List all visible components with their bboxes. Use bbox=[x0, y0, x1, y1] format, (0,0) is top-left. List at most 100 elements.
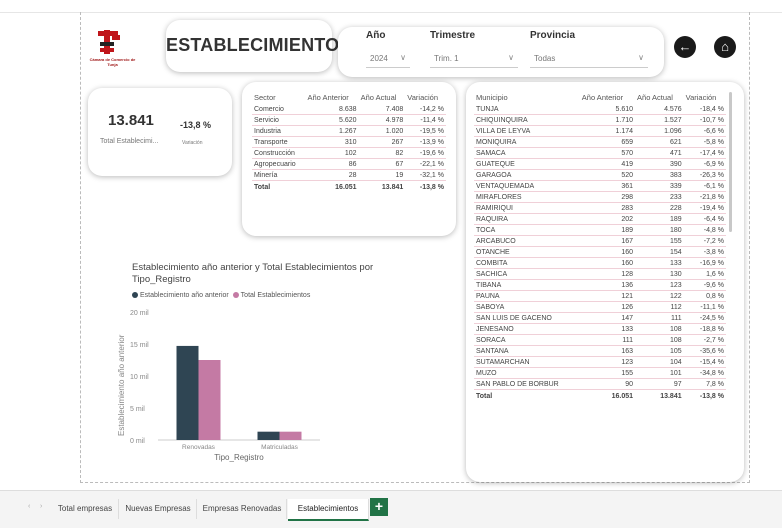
table-cell: -11,1 % bbox=[683, 301, 726, 313]
table-cell: 160 bbox=[579, 246, 636, 258]
x-axis-label: Tipo_Registro bbox=[214, 453, 264, 462]
tab-empresas-renovadas[interactable]: Empresas Renovadas bbox=[198, 499, 287, 519]
table-cell: 155 bbox=[579, 367, 636, 379]
logo-icon bbox=[98, 30, 120, 54]
table-row[interactable]: MONIQUIRA 659 621 -5,8 % bbox=[474, 136, 726, 148]
tab-total-empresas[interactable]: Total empresas bbox=[52, 499, 119, 519]
col-header[interactable]: Variación bbox=[684, 90, 726, 104]
kpi-card: 13.841 Total Establecimi... -13,8 % Vari… bbox=[88, 88, 232, 176]
table-cell: 90 bbox=[579, 378, 636, 390]
table-cell: 298 bbox=[579, 191, 636, 203]
table-cell: 1.267 bbox=[305, 125, 359, 137]
table-row[interactable]: TIBANA 136 123 -9,6 % bbox=[474, 279, 726, 291]
table-row[interactable]: SORACA 111 108 -2,7 % bbox=[474, 334, 726, 346]
table-cell: 167 bbox=[579, 235, 636, 247]
year-filter-select[interactable]: 2024 ∨ bbox=[366, 53, 410, 68]
table-row[interactable]: MUZO 155 101 -34,8 % bbox=[474, 367, 726, 379]
table-row[interactable]: SAN PABLO DE BORBUR 90 97 7,8 % bbox=[474, 378, 726, 390]
table-cell: 4.978 bbox=[358, 114, 406, 126]
table-cell: -6,6 % bbox=[683, 125, 726, 137]
table-row[interactable]: Industria 1.267 1.020 -19,5 % bbox=[252, 125, 446, 137]
table-cell: VILLA DE LEYVA bbox=[474, 125, 580, 137]
kpi-variation-label: Variación bbox=[182, 140, 203, 146]
table-row[interactable]: SACHICA 128 130 1,6 % bbox=[474, 268, 726, 280]
table-cell: 267 bbox=[358, 136, 406, 148]
kpi-variation-value: -13,8 % bbox=[180, 120, 212, 130]
quarter-filter-select[interactable]: Trim. 1 ∨ bbox=[430, 53, 518, 68]
quarter-filter-value: Trim. 1 bbox=[434, 54, 459, 63]
table-scrollbar[interactable] bbox=[729, 92, 732, 232]
col-header[interactable]: Año Anterior bbox=[306, 90, 359, 104]
province-filter-label: Provincia bbox=[530, 30, 576, 41]
table-row[interactable]: PAUNA 121 122 0,8 % bbox=[474, 290, 726, 302]
table-row[interactable]: Servicio 5.620 4.978 -11,4 % bbox=[252, 114, 446, 126]
table-row[interactable]: Minería 28 19 -32,1 % bbox=[252, 169, 446, 181]
col-header[interactable]: Municipio bbox=[474, 90, 580, 104]
chevron-down-icon: ∨ bbox=[638, 53, 644, 62]
tab-nuevas-empresas[interactable]: Nuevas Empresas bbox=[120, 499, 197, 519]
table-row[interactable]: Transporte 310 267 -13,9 % bbox=[252, 136, 446, 148]
table-row[interactable]: SAMACA 570 471 -17,4 % bbox=[474, 147, 726, 159]
table-row[interactable]: RAQUIRA 202 189 -6,4 % bbox=[474, 213, 726, 225]
table-cell: 123 bbox=[579, 356, 636, 368]
table-cell: -22,1 % bbox=[405, 158, 446, 170]
table-total-cell: 16.051 bbox=[305, 180, 359, 193]
sector-table-header: Sector Año Anterior Año Actual Variación bbox=[252, 90, 446, 104]
table-cell: 121 bbox=[579, 290, 636, 302]
table-cell: JENESANO bbox=[474, 323, 580, 335]
table-cell: 136 bbox=[579, 279, 636, 291]
home-button[interactable]: ⌂ bbox=[714, 36, 736, 58]
table-row[interactable]: ARCABUCO 167 155 -7,2 % bbox=[474, 235, 726, 247]
back-button[interactable]: ← bbox=[674, 36, 696, 58]
table-row[interactable]: OTANCHE 160 154 -3,8 % bbox=[474, 246, 726, 258]
table-row[interactable]: GARAGOA 520 383 -26,3 % bbox=[474, 169, 726, 181]
col-header[interactable]: Año Actual bbox=[359, 90, 406, 104]
table-cell: 4.576 bbox=[635, 104, 684, 115]
table-row[interactable]: COMBITA 160 133 -16,9 % bbox=[474, 257, 726, 269]
tab-establecimientos[interactable]: Establecimientos bbox=[288, 499, 369, 521]
table-cell: -16,9 % bbox=[683, 257, 726, 269]
table-row[interactable]: Comercio 8.638 7.408 -14,2 % bbox=[252, 104, 446, 115]
col-header[interactable]: Año Actual bbox=[635, 90, 684, 104]
table-cell: 659 bbox=[579, 136, 636, 148]
add-page-button[interactable]: + bbox=[370, 498, 388, 516]
table-cell: -5,8 % bbox=[683, 136, 726, 148]
bar-chart: 0 mil 5 mil 10 mil 15 mil 20 mil Establecimie… bbox=[117, 310, 320, 462]
table-row[interactable]: SANTANA 163 105 -35,6 % bbox=[474, 345, 726, 357]
table-row[interactable]: Construcción 102 82 -19,6 % bbox=[252, 147, 446, 159]
table-row[interactable]: TUNJA 5.610 4.576 -18,4 % bbox=[474, 104, 726, 115]
table-row[interactable]: SABOYA 126 112 -11,1 % bbox=[474, 301, 726, 313]
bar-total-renovadas bbox=[198, 360, 221, 440]
table-cell: SANTANA bbox=[474, 345, 580, 357]
table-cell: 105 bbox=[635, 345, 684, 357]
table-row[interactable]: JENESANO 133 108 -18,8 % bbox=[474, 323, 726, 335]
table-row[interactable]: SUTAMARCHAN 123 104 -15,4 % bbox=[474, 356, 726, 368]
col-header[interactable]: Sector bbox=[252, 90, 306, 104]
table-total-cell: 13.841 bbox=[635, 389, 684, 402]
table-row[interactable]: Agropecuario 86 67 -22,1 % bbox=[252, 158, 446, 170]
table-row[interactable]: SAN LUIS DE GACENO 147 111 -24,5 % bbox=[474, 312, 726, 324]
table-cell: 1.020 bbox=[358, 125, 406, 137]
table-row[interactable]: CHIQUINQUIRA 1.710 1.527 -10,7 % bbox=[474, 114, 726, 126]
col-header[interactable]: Año Anterior bbox=[580, 90, 635, 104]
tab-scroll-right-icon[interactable]: › bbox=[40, 503, 42, 510]
table-row[interactable]: RAMIRIQUI 283 228 -19,4 % bbox=[474, 202, 726, 214]
table-cell: 82 bbox=[358, 147, 406, 159]
table-row[interactable]: VILLA DE LEYVA 1.174 1.096 -6,6 % bbox=[474, 125, 726, 137]
tab-scroll-left-icon[interactable]: ‹ bbox=[28, 503, 30, 510]
table-cell: Agropecuario bbox=[252, 158, 306, 170]
y-tick-label: 0 mil bbox=[130, 438, 145, 445]
table-row[interactable]: VENTAQUEMADA 361 339 -6,1 % bbox=[474, 180, 726, 192]
table-row[interactable]: GUATEQUE 419 390 -6,9 % bbox=[474, 158, 726, 170]
chevron-down-icon: ∨ bbox=[400, 53, 406, 62]
table-total-cell: Total bbox=[252, 180, 306, 193]
table-row[interactable]: MIRAFLORES 298 233 -21,8 % bbox=[474, 191, 726, 203]
table-cell: SAMACA bbox=[474, 147, 580, 159]
province-filter-select[interactable]: Todas ∨ bbox=[530, 53, 648, 68]
table-total-cell: Total bbox=[474, 389, 580, 402]
col-header[interactable]: Variación bbox=[405, 90, 446, 104]
table-row[interactable]: TOCA 189 180 -4,8 % bbox=[474, 224, 726, 236]
table-cell: TOCA bbox=[474, 224, 580, 236]
table-cell: 122 bbox=[635, 290, 684, 302]
table-cell: -6,9 % bbox=[683, 158, 726, 170]
